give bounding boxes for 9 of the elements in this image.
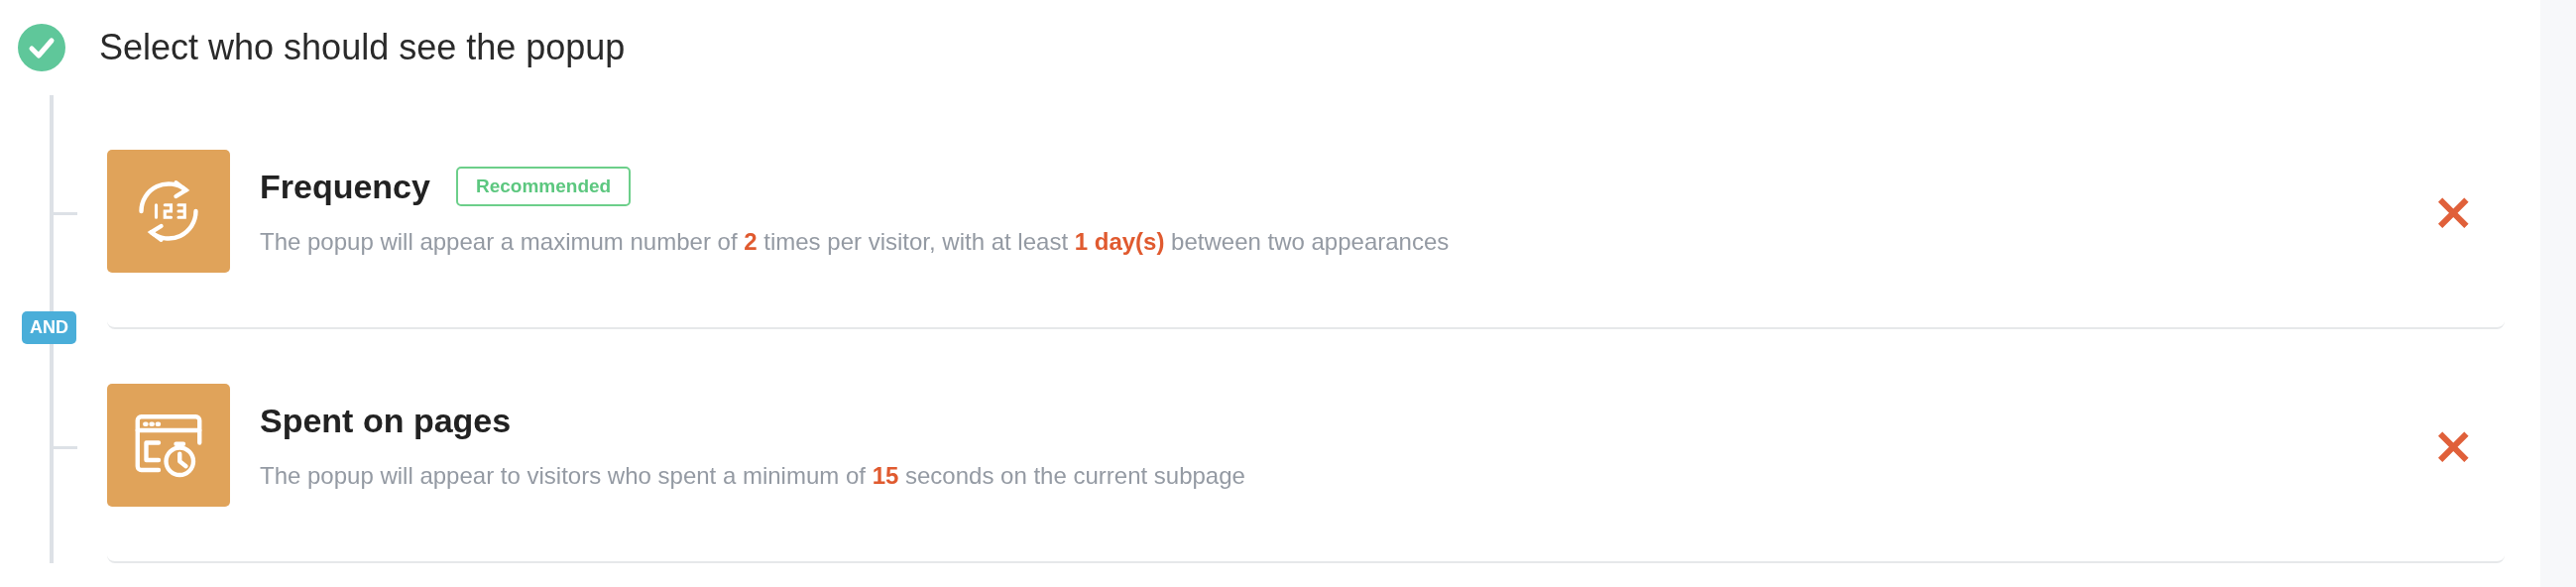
condition-title: Spent on pages <box>260 401 512 440</box>
and-badge: AND <box>22 311 76 344</box>
remove-button[interactable]: × <box>2431 419 2475 471</box>
condition-title: Frequency <box>260 167 430 206</box>
condition-description: The popup will appear to visitors who spent a minimum of 15 seconds on the current subpage <box>260 461 1246 490</box>
condition-description: The popup will appear a maximum number of 2 times per visitor, with at least 1 day(s) between two appearances <box>260 228 1451 256</box>
step-title: Select who should see the popup <box>99 27 626 68</box>
remove-button[interactable]: × <box>2431 185 2475 237</box>
recommended-badge: Recommended <box>455 167 632 206</box>
